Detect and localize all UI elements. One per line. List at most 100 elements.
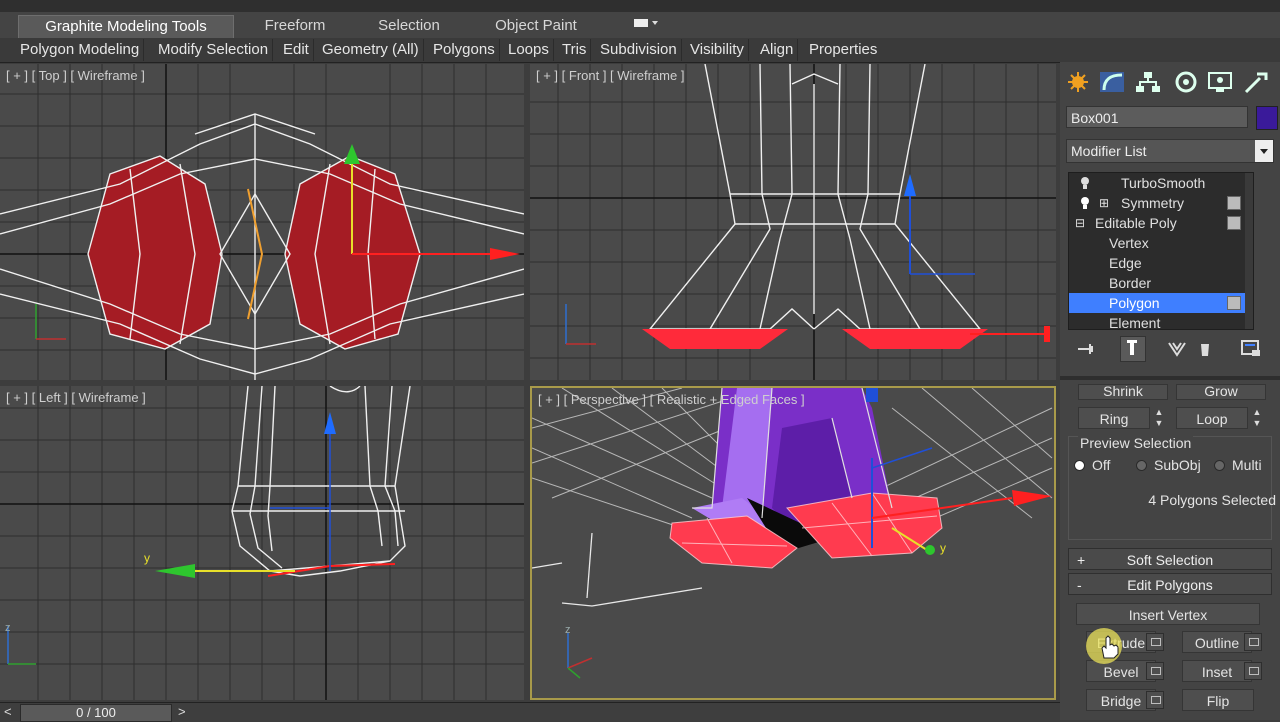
collapse-icon[interactable]: ⊟ (1075, 213, 1085, 233)
selection-status-text: 4 Polygons Selected (1148, 492, 1276, 508)
viewport-left[interactable]: y z [ + ] [ Left ] [ Wireframe ] (0, 386, 524, 700)
viewport-front[interactable]: [ + ] [ Front ] [ Wireframe ] (530, 64, 1056, 380)
panel-polygon-modeling[interactable]: Polygon Modeling (16, 39, 145, 61)
loop-button[interactable]: Loop (1176, 407, 1248, 429)
panel-subdivision[interactable]: Subdivision (596, 39, 682, 61)
stack-item-turbosmooth[interactable]: TurboSmooth (1069, 173, 1245, 193)
panel-tris[interactable]: Tris (558, 39, 592, 61)
viewport-top[interactable]: [ + ] [ Top ] [ Wireframe ] (0, 64, 524, 380)
viewport-top-label[interactable]: [ + ] [ Top ] [ Wireframe ] (6, 68, 145, 83)
soft-selection-rollout[interactable]: + Soft Selection (1068, 548, 1272, 570)
remove-modifier-icon[interactable] (1196, 340, 1214, 363)
stack-item-edge[interactable]: Edge (1069, 253, 1245, 273)
stack-scrollbar[interactable] (1245, 173, 1253, 329)
grow-button[interactable]: Grow (1176, 384, 1266, 400)
viewport-left-label[interactable]: [ + ] [ Left ] [ Wireframe ] (6, 390, 146, 405)
inset-button[interactable]: Inset (1182, 660, 1252, 682)
stack-item-label: Element (1109, 315, 1161, 330)
loop-spinner[interactable]: ▲ ▼ (1250, 407, 1264, 429)
stack-item-label: Editable Poly (1095, 215, 1177, 231)
ring-spinner[interactable]: ▲ ▼ (1152, 407, 1166, 429)
stack-item-label: Symmetry (1121, 195, 1184, 211)
stack-item-polygon[interactable]: Polygon (1069, 293, 1245, 313)
display-tab-icon[interactable] (1206, 70, 1234, 94)
create-tab-icon[interactable] (1064, 70, 1092, 94)
shrink-button[interactable]: Shrink (1078, 384, 1168, 400)
left-axis-y-label: y (144, 551, 150, 565)
stack-item-element[interactable]: Element (1069, 313, 1245, 330)
panel-edit[interactable]: Edit (279, 39, 314, 61)
motion-tab-icon[interactable] (1172, 70, 1200, 94)
front-view-mesh (530, 64, 1056, 380)
stack-item-vertex[interactable]: Vertex (1069, 233, 1245, 253)
show-end-result-icon[interactable] (1120, 336, 1146, 362)
expand-icon[interactable]: ⊞ (1099, 193, 1109, 213)
viewport-perspective-label[interactable]: [ + ] [ Perspective ] [ Realistic + Edge… (538, 392, 805, 407)
left-axis-z-label: z (5, 622, 11, 634)
time-prev-button[interactable]: < (4, 704, 18, 720)
title-strip (0, 0, 1280, 12)
panel-polygons[interactable]: Polygons (429, 39, 500, 61)
preview-subobj-radio[interactable] (1136, 460, 1147, 471)
configure-modifier-sets-icon[interactable] (1240, 338, 1262, 363)
modifier-stack[interactable]: TurboSmooth ⊞ Symmetry ⊟ Editable Poly V… (1068, 172, 1254, 330)
chevron-down-icon[interactable] (1255, 140, 1273, 162)
preview-off-radio[interactable] (1074, 460, 1085, 471)
hierarchy-tab-icon[interactable] (1134, 70, 1162, 94)
make-unique-icon[interactable] (1166, 340, 1188, 363)
panel-geometry-all[interactable]: Geometry (All) (318, 39, 424, 61)
bridge-settings-button[interactable] (1146, 691, 1164, 709)
flip-button[interactable]: Flip (1182, 689, 1254, 711)
ribbon-options-dropdown[interactable] (630, 15, 664, 37)
bevel-settings-button[interactable] (1146, 662, 1164, 680)
lightbulb-icon[interactable] (1079, 176, 1091, 190)
preview-multi-radio[interactable] (1214, 460, 1225, 471)
stack-item-toggle[interactable] (1227, 196, 1241, 210)
outline-settings-button[interactable] (1244, 633, 1262, 651)
expand-icon: + (1077, 552, 1086, 568)
stack-item-symmetry[interactable]: ⊞ Symmetry (1069, 193, 1245, 213)
object-color-swatch[interactable] (1256, 106, 1278, 130)
pin-stack-icon[interactable] (1076, 340, 1096, 363)
time-next-button[interactable]: > (178, 704, 192, 720)
edit-polygons-rollout[interactable]: - Edit Polygons (1068, 573, 1272, 595)
panel-visibility[interactable]: Visibility (686, 39, 749, 61)
stack-item-border[interactable]: Border (1069, 273, 1245, 293)
tab-freeform[interactable]: Freeform (250, 15, 340, 37)
ribbon-panels: Polygon Modeling Modify Selection Edit G… (0, 38, 1280, 63)
tab-graphite-modeling-tools[interactable]: Graphite Modeling Tools (18, 15, 234, 38)
time-slider-thumb[interactable]: 0 / 100 (20, 704, 172, 722)
panel-modify-selection[interactable]: Modify Selection (154, 39, 274, 61)
inset-settings-button[interactable] (1244, 662, 1262, 680)
viewport-perspective[interactable]: y z [ + ] [ Perspective ] [ Realistic + … (530, 386, 1056, 700)
viewport-front-label[interactable]: [ + ] [ Front ] [ Wireframe ] (536, 68, 684, 83)
panel-divider (1060, 376, 1280, 380)
stack-item-label: Vertex (1109, 235, 1149, 251)
ring-button[interactable]: Ring (1078, 407, 1150, 429)
insert-vertex-button[interactable]: Insert Vertex (1076, 603, 1260, 625)
outline-button[interactable]: Outline (1182, 631, 1252, 653)
panel-loops[interactable]: Loops (504, 39, 554, 61)
stack-toolbar (1066, 336, 1274, 364)
ribbon-options-icon (634, 19, 658, 27)
stack-item-label: Border (1109, 275, 1152, 291)
stack-item-editable-poly[interactable]: ⊟ Editable Poly (1069, 213, 1245, 233)
panel-properties[interactable]: Properties (805, 39, 881, 61)
stack-item-label: Edge (1109, 255, 1142, 271)
modifier-list-dropdown[interactable]: Modifier List (1066, 139, 1274, 163)
preview-subobj-label: SubObj (1154, 457, 1201, 473)
panel-align[interactable]: Align (756, 39, 799, 61)
tab-selection[interactable]: Selection (366, 15, 452, 37)
modify-tab-icon[interactable] (1098, 70, 1126, 94)
lightbulb-icon[interactable] (1079, 196, 1091, 210)
hand-cursor-icon (1101, 635, 1119, 659)
time-slider[interactable]: < 0 / 100 > (0, 702, 1060, 722)
stack-item-toggle[interactable] (1227, 216, 1241, 230)
utilities-tab-icon[interactable] (1242, 70, 1270, 94)
extrude-settings-button[interactable] (1146, 633, 1164, 651)
tab-object-paint[interactable]: Object Paint (484, 15, 588, 37)
stack-item-toggle[interactable] (1227, 296, 1241, 310)
perspective-axis-z-label: z (565, 624, 571, 636)
collapse-icon: - (1077, 577, 1082, 593)
object-name-field[interactable]: Box001 (1066, 106, 1248, 128)
